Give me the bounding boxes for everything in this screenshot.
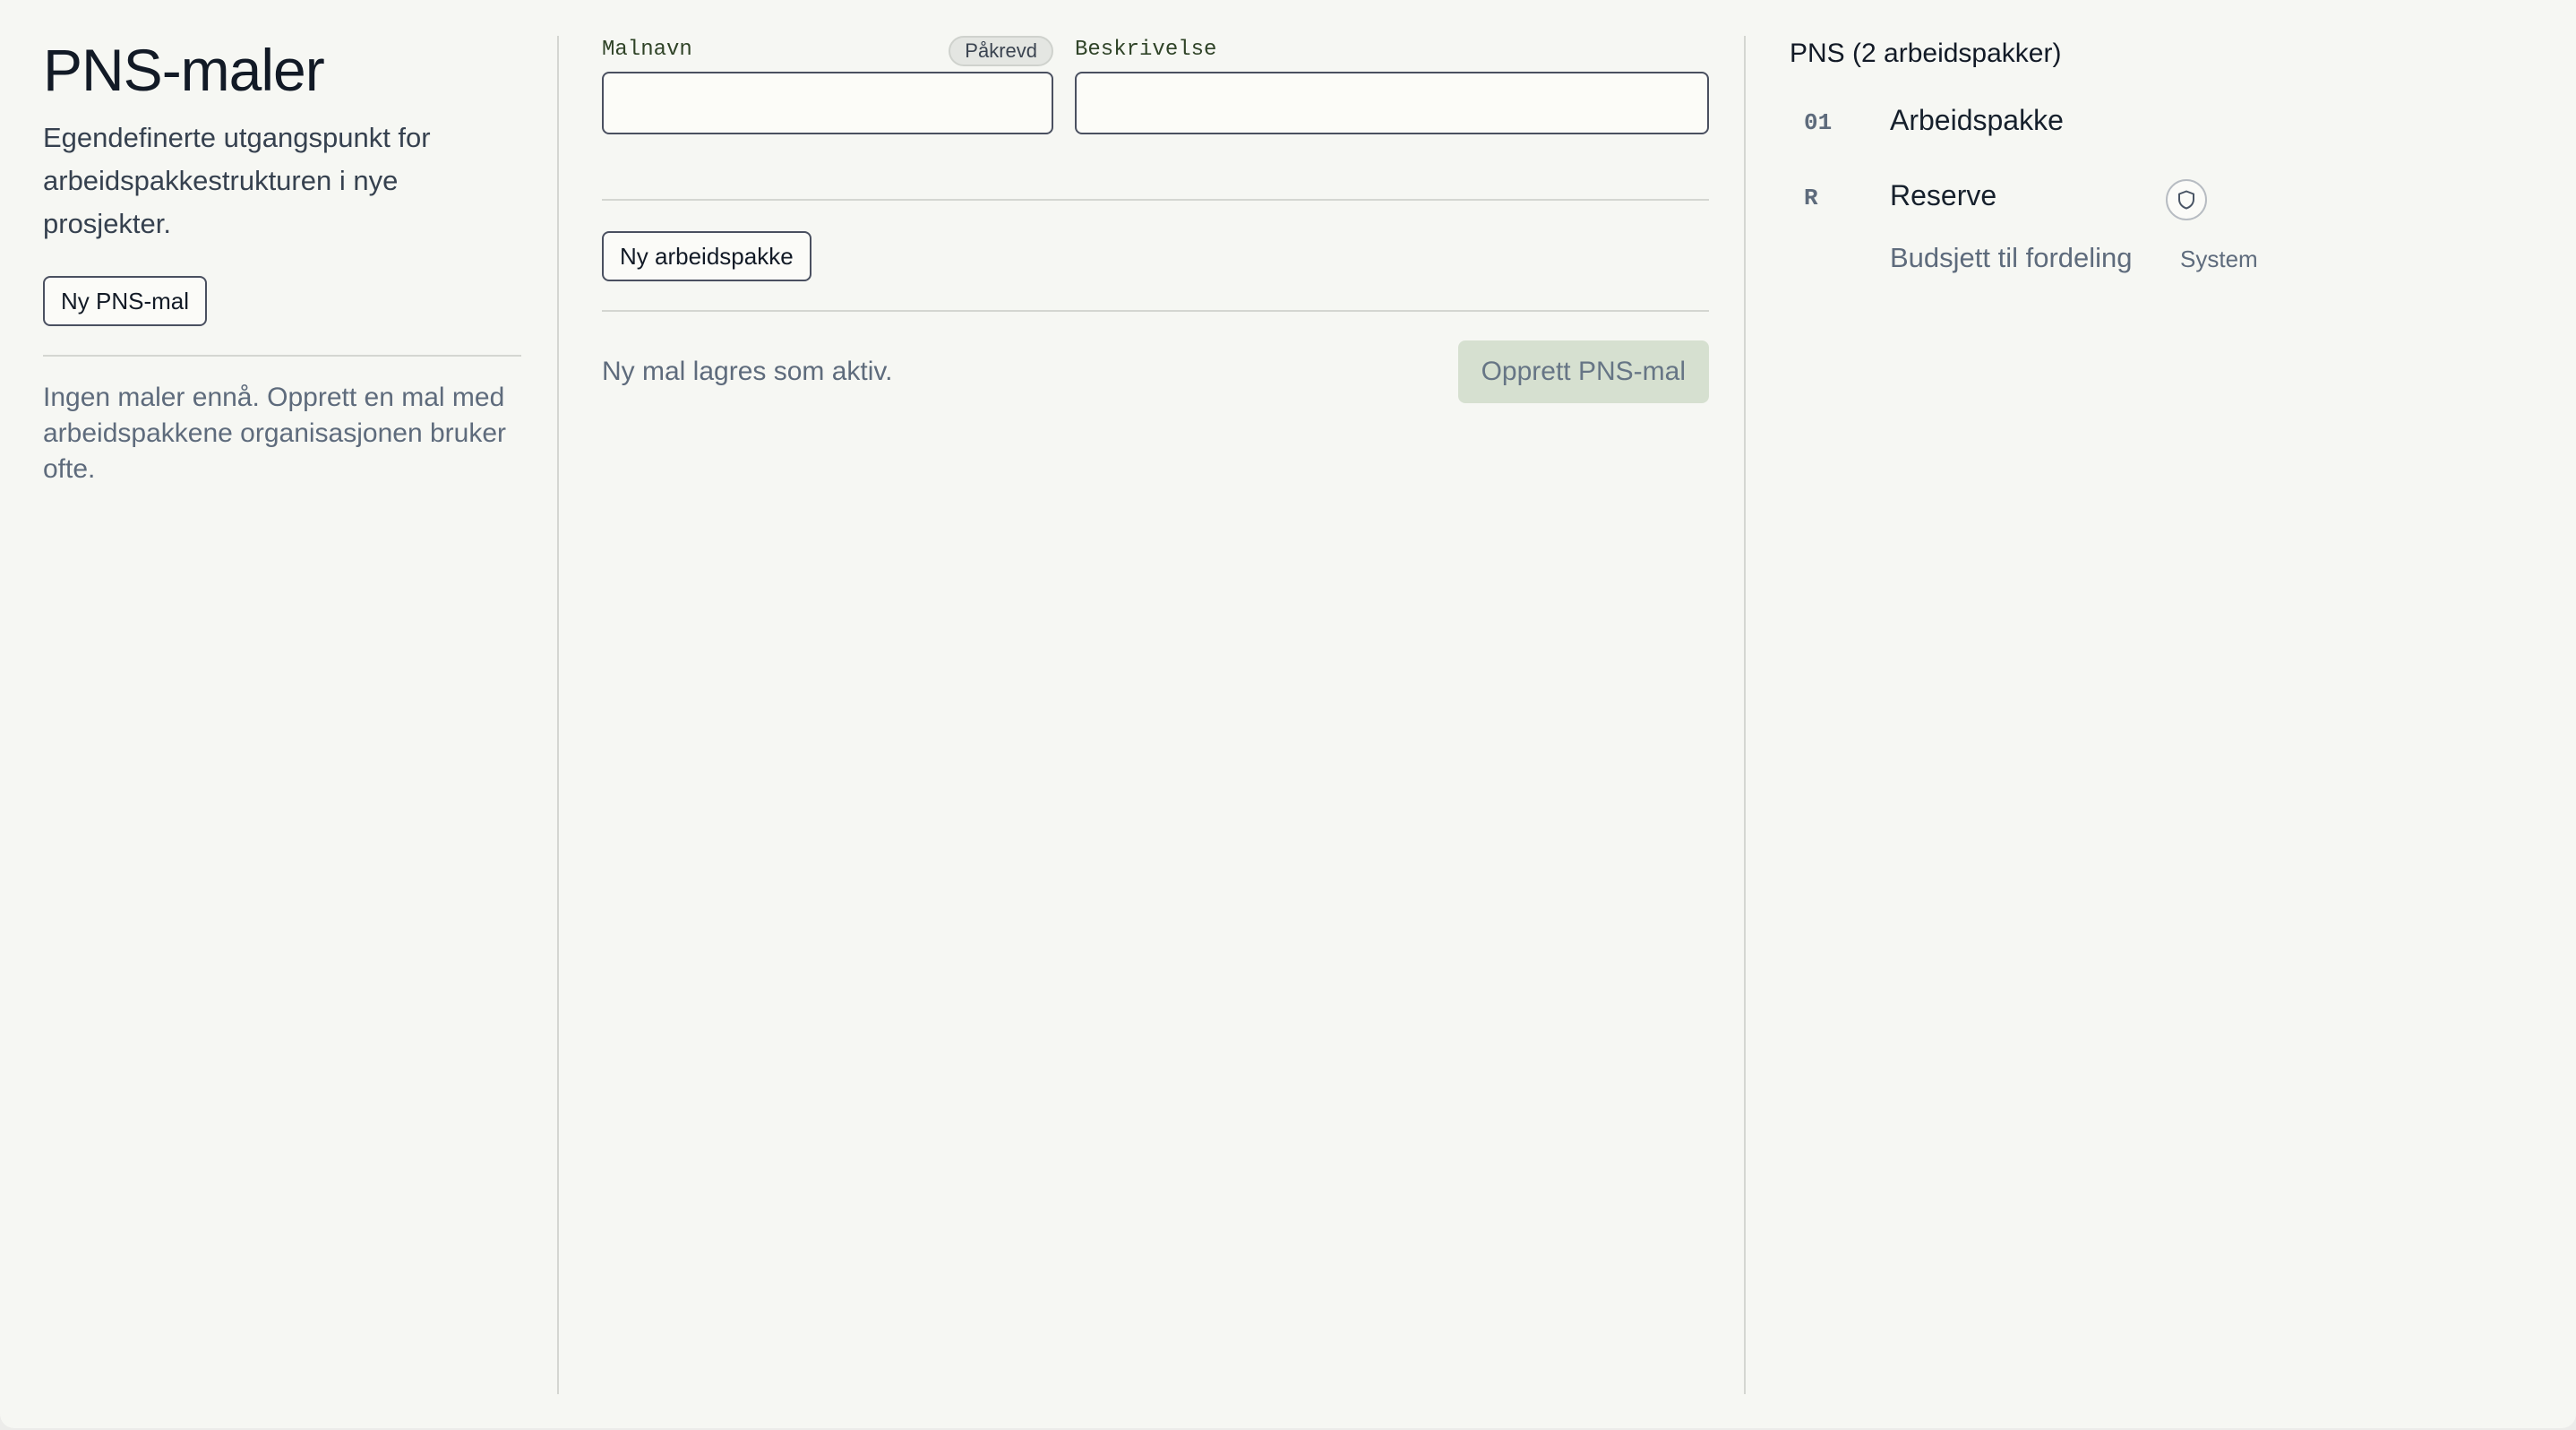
- form-divider-bottom: [602, 310, 1709, 312]
- budget-row: Budsjett til fordeling System: [1790, 242, 2542, 296]
- description-label: Beskrivelse: [1075, 38, 1217, 62]
- form-divider-top: [602, 199, 1709, 201]
- page-subtitle: Egendefinerte utgangspunkt for arbeidspa…: [43, 122, 431, 239]
- column-divider-left: [557, 36, 559, 1394]
- new-template-button[interactable]: Ny PNS-mal: [43, 276, 208, 326]
- description-field: Beskrivelse: [1075, 36, 1709, 134]
- shield-icon: [2178, 190, 2194, 210]
- templates-sidebar: PNS-maler Egendefinerte utgangspunkt for…: [43, 36, 521, 487]
- wbs-code: 01: [1804, 109, 1833, 136]
- wbs-preview: PNS (2 arbeidspakker) 01 Arbeidspakke R …: [1790, 36, 2542, 296]
- app-window: PNS-maler Egendefinerte utgangspunkt for…: [0, 0, 2576, 1428]
- empty-state-text: Ingen maler ennå. Opprett en mal med arb…: [43, 383, 507, 484]
- form-fields: Malnavn Påkrevd Beskrivelse: [602, 36, 1709, 134]
- wbs-list: 01 Arbeidspakke R Reserve Budsjett til f…: [1790, 91, 2542, 296]
- wbs-code: R: [1804, 185, 1818, 211]
- create-template-button[interactable]: Opprett PNS-mal: [1457, 340, 1709, 403]
- template-name-input[interactable]: [602, 72, 1053, 134]
- wbs-row-work-package: 01 Arbeidspakke: [1790, 91, 2542, 167]
- required-badge: Påkrevd: [949, 36, 1053, 66]
- save-note: Ny mal lagres som aktiv.: [602, 357, 893, 386]
- page-title: PNS-maler: [43, 37, 325, 103]
- form-footer: Ny mal lagres som aktiv. Opprett PNS-mal: [602, 340, 1709, 405]
- description-input[interactable]: [1075, 72, 1709, 134]
- wbs-name: Arbeidspakke: [1890, 104, 2064, 136]
- template-form: Malnavn Påkrevd Beskrivelse Ny arbeidspa…: [602, 36, 1709, 405]
- budget-label: Budsjett til fordeling: [1890, 242, 2133, 273]
- sidebar-divider: [43, 355, 521, 357]
- template-name-field: Malnavn Påkrevd: [602, 36, 1053, 134]
- reserve-shield-button[interactable]: [2166, 179, 2207, 220]
- new-work-package-button[interactable]: Ny arbeidspakke: [602, 231, 811, 281]
- system-tag: System: [2180, 246, 2258, 272]
- wbs-row-reserve: R Reserve: [1790, 167, 2542, 242]
- wbs-name: Reserve: [1890, 179, 1997, 211]
- column-divider-right: [1744, 36, 1746, 1394]
- preview-title: PNS (2 arbeidspakker): [1790, 39, 2062, 68]
